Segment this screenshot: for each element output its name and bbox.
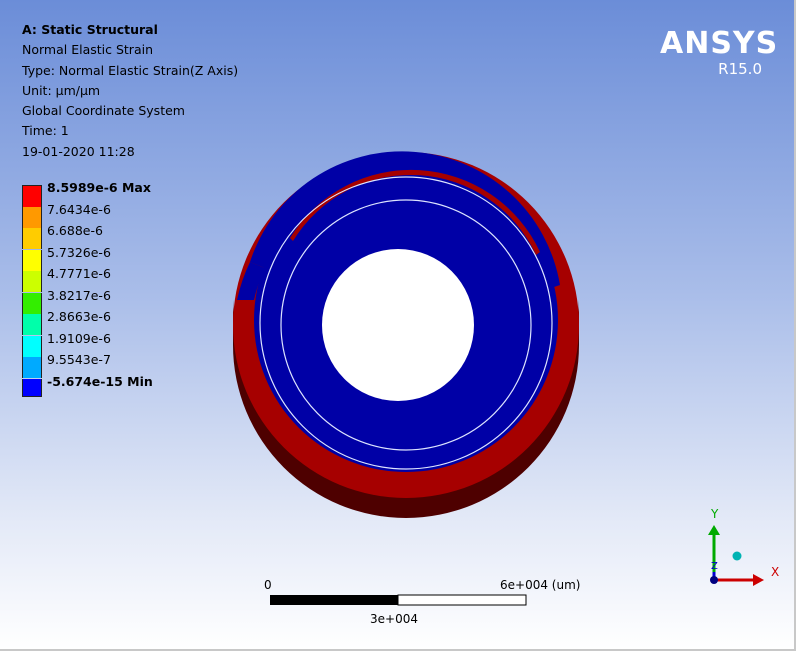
y-axis-label: Y <box>711 507 719 521</box>
x-axis-arrowhead <box>753 574 764 586</box>
triad-origin <box>710 576 718 584</box>
iso-view-ball[interactable] <box>732 551 742 561</box>
y-axis-arrowhead <box>708 525 720 535</box>
scale-bar <box>270 594 527 606</box>
x-axis-label: X <box>771 565 780 579</box>
scale-bar-black <box>270 595 398 605</box>
z-axis-label: Z <box>711 561 718 572</box>
axis-triad[interactable] <box>690 500 790 595</box>
scale-start-label: 0 <box>264 578 272 592</box>
graphics-viewport[interactable]: A: Static Structural Normal Elastic Stra… <box>0 0 796 651</box>
scale-end-label: 6e+004 (um) <box>500 578 581 592</box>
scale-bar-white <box>397 594 527 606</box>
scale-mid-label: 3e+004 <box>370 612 418 626</box>
